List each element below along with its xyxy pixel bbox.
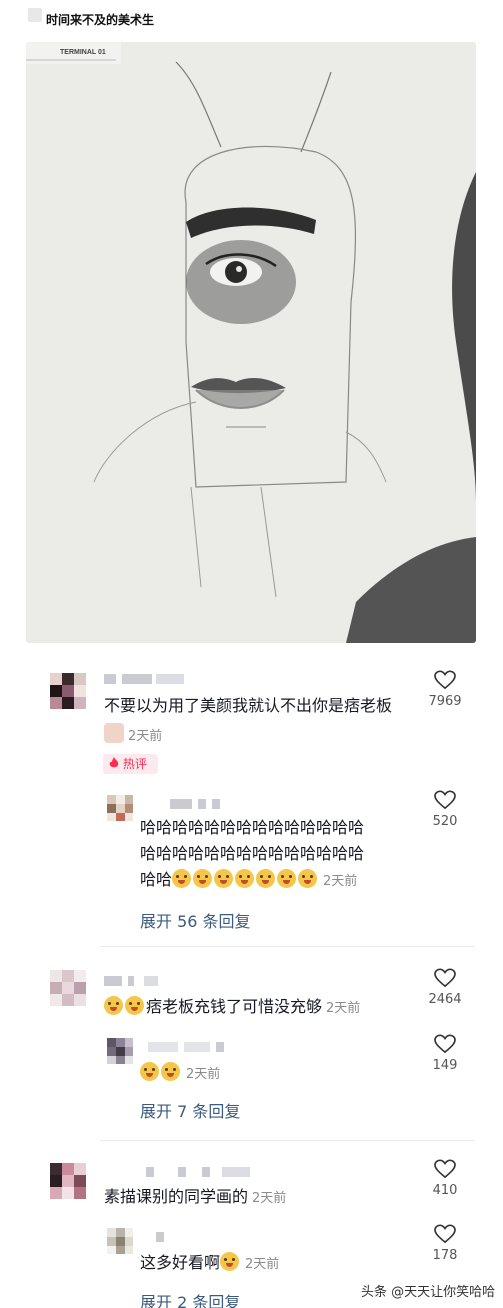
like-count: 2464 (428, 992, 462, 1007)
like-count: 149 (432, 1058, 458, 1073)
reply-time: 2天前 (245, 1257, 280, 1272)
expand-replies-link[interactable]: 展开 2 条回复 (140, 1289, 240, 1308)
post-source-icon (28, 8, 42, 22)
comment-text: 痞老板充钱了可惜没充够 2天前 (104, 996, 360, 1019)
comment-time: 2天前 (252, 1191, 287, 1206)
laughing-face-emoji-icon (277, 869, 297, 888)
commenter-name-redacted[interactable] (104, 976, 164, 986)
source-watermark: 头条 @天天让你笑哈哈 (361, 1285, 496, 1300)
heart-outline-icon (434, 1224, 456, 1244)
heart-outline-icon (434, 1159, 456, 1179)
commenter-sticker-icon (104, 723, 124, 743)
commenter-avatar[interactable] (50, 970, 86, 1006)
comment-text: 不要以为用了美颜我就认不出你是痞老板 (104, 696, 393, 715)
heart-outline-icon (434, 670, 456, 690)
like-count: 520 (432, 814, 458, 829)
laughing-face-emoji-icon (104, 996, 123, 1015)
reply-name-redacted[interactable] (140, 1232, 200, 1242)
like-count: 178 (432, 1248, 458, 1263)
like-button[interactable]: 410 (415, 1159, 475, 1198)
laughing-face-emoji-icon (220, 1252, 240, 1271)
pencil-sketch-drawing: TERMINAL 01 (26, 42, 476, 643)
post-title: 时间来不及的美术生 (46, 13, 155, 27)
reply-time: 2天前 (186, 1067, 221, 1082)
heart-outline-icon (434, 790, 456, 810)
like-count: 410 (432, 1183, 458, 1198)
laughing-face-emoji-icon (256, 869, 276, 888)
hot-badge-label: 热评 (122, 757, 147, 771)
laughing-face-emoji-icon (214, 869, 234, 888)
reply-name-redacted[interactable] (140, 799, 230, 809)
laughing-face-emoji-icon (172, 869, 192, 888)
post-header: 时间来不及的美术生 (0, 0, 503, 40)
comment-text: 素描课别的同学画的 2天前 (104, 1187, 286, 1209)
post-image[interactable]: TERMINAL 01 (26, 42, 476, 643)
laughing-face-emoji-icon (298, 869, 318, 888)
flame-icon (109, 757, 119, 768)
comment-divider (100, 1140, 475, 1141)
commenter-avatar[interactable] (50, 673, 86, 709)
like-count: 7969 (428, 694, 462, 709)
expand-replies-link[interactable]: 展开 7 条回复 (140, 1098, 240, 1122)
laughing-face-emoji-icon (125, 996, 144, 1015)
reply-line-1: 哈哈哈哈哈哈哈哈哈哈哈哈哈哈 (140, 818, 365, 837)
comment-body: 痞老板充钱了可惜没充够 (146, 997, 323, 1016)
comment-body: 素描课别的同学画的 (104, 1187, 249, 1206)
reply-line-2: 哈哈哈哈哈哈哈哈哈哈哈哈哈哈 (140, 844, 365, 863)
reply-time: 2天前 (323, 874, 358, 889)
reply-line-3-text: 哈哈 (140, 870, 173, 889)
reply-avatar[interactable] (107, 795, 133, 821)
expand-replies-link[interactable]: 展开 56 条回复 (140, 908, 251, 932)
hot-comment-badge: 热评 (103, 754, 158, 774)
commenter-avatar[interactable] (50, 1163, 86, 1199)
reply-body: 这多好看啊 (140, 1253, 221, 1272)
reply-avatar[interactable] (107, 1038, 133, 1064)
reply-like-button[interactable]: 178 (415, 1224, 475, 1263)
reply-avatar[interactable] (107, 1228, 133, 1254)
laughing-face-emoji-icon (235, 869, 255, 888)
like-button[interactable]: 2464 (415, 968, 475, 1007)
reply-text: 2天前 (140, 1062, 220, 1085)
commenter-name-redacted[interactable] (104, 1167, 254, 1177)
heart-outline-icon (434, 1034, 456, 1054)
commenter-name-redacted[interactable] (104, 674, 184, 684)
laughing-face-emoji-icon (193, 869, 213, 888)
comment-time: 2天前 (326, 1001, 361, 1016)
reply-text: 哈哈哈哈哈哈哈哈哈哈哈哈哈哈 哈哈哈哈哈哈哈哈哈哈哈哈哈哈 哈哈 2天前 (140, 815, 364, 895)
comment-divider (100, 946, 475, 947)
image-label: TERMINAL 01 (60, 49, 106, 56)
reply-like-button[interactable]: 149 (415, 1034, 475, 1073)
like-button[interactable]: 7969 (415, 670, 475, 709)
laughing-face-emoji-icon (140, 1062, 159, 1081)
reply-name-redacted[interactable] (140, 1042, 230, 1052)
heart-outline-icon (434, 968, 456, 988)
reply-like-button[interactable]: 520 (415, 790, 475, 829)
laughing-face-emoji-icon (161, 1062, 180, 1081)
comment-time: 2天前 (128, 729, 163, 744)
reply-text: 这多好看啊 2天前 (140, 1252, 279, 1275)
reply-line-3: 哈哈 2天前 (140, 867, 364, 895)
